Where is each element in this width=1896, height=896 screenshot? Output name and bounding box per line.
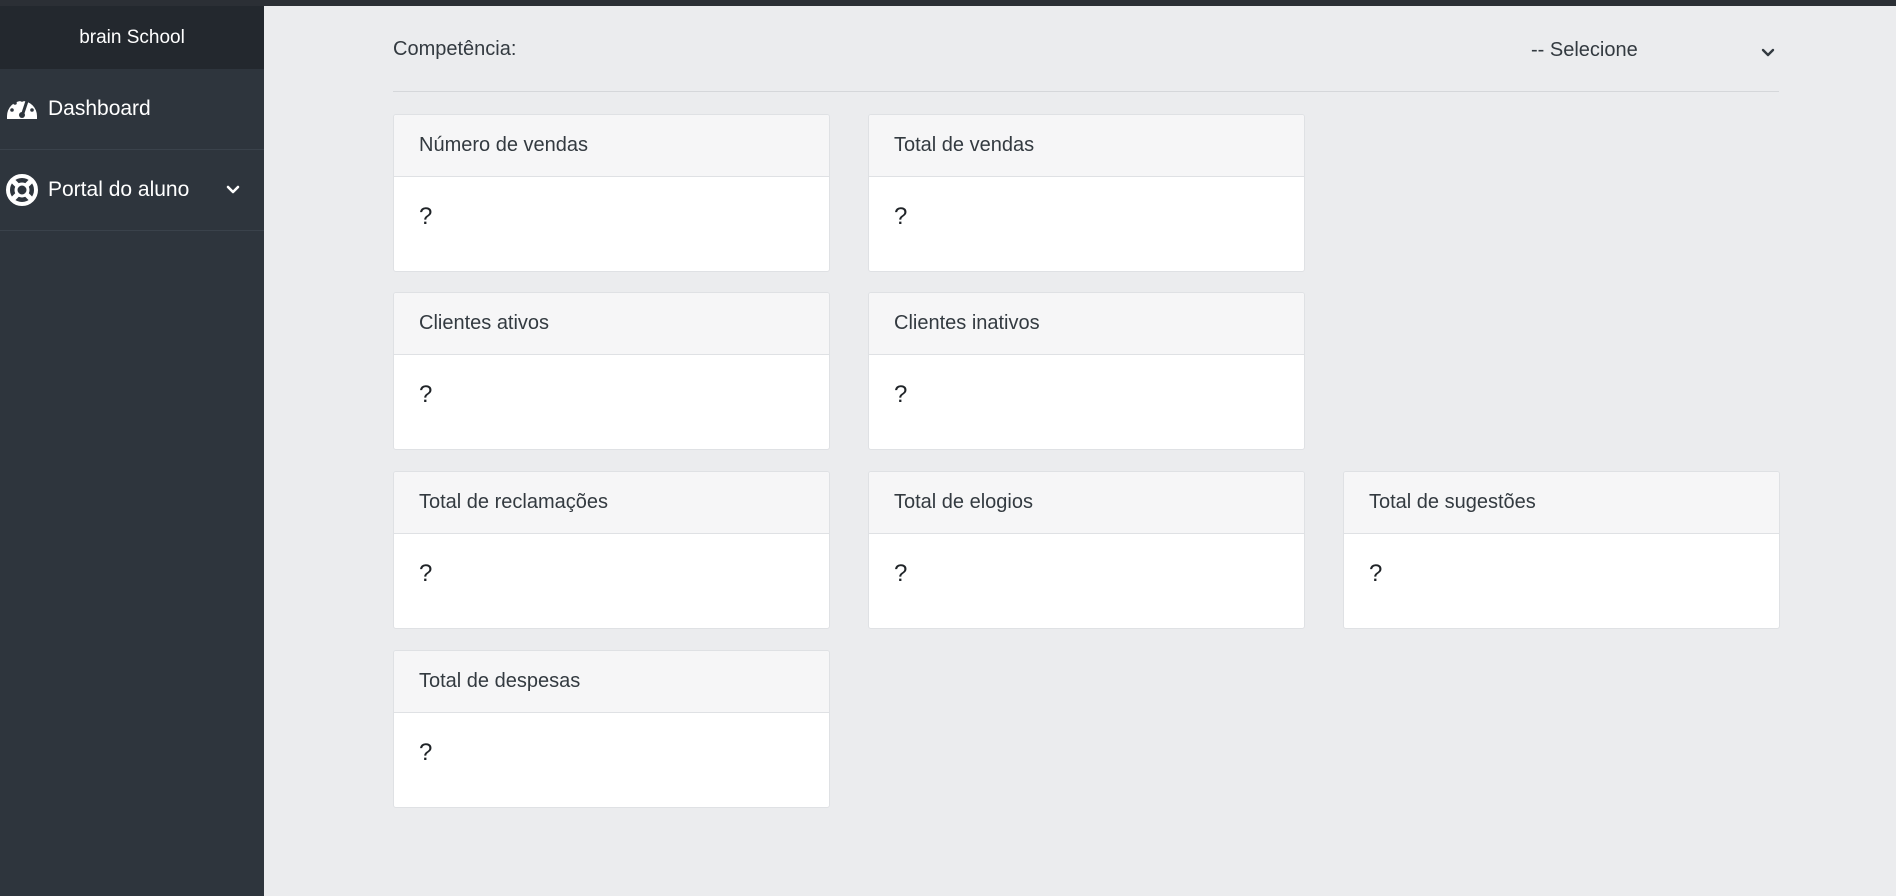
card-title: Total de despesas xyxy=(394,651,829,713)
card-total-de-sugestoes: Total de sugestões ? xyxy=(1343,471,1780,629)
dashboard-gauge-icon xyxy=(4,91,40,127)
main-content: Competência: -- Selecione Número de vend… xyxy=(264,6,1896,896)
card-value: ? xyxy=(1369,560,1383,587)
chevron-down-icon[interactable] xyxy=(224,181,242,199)
life-ring-icon xyxy=(4,172,40,208)
sidebar-item-portal-do-aluno[interactable]: Portal do aluno xyxy=(0,150,264,231)
card-total-de-reclamacoes: Total de reclamações ? xyxy=(393,471,830,629)
card-numero-de-vendas: Número de vendas ? xyxy=(393,114,830,272)
card-value: ? xyxy=(419,203,433,230)
competencia-selected-value: -- Selecione xyxy=(1531,38,1638,61)
card-value: ? xyxy=(894,203,908,230)
card-total-de-despesas: Total de despesas ? xyxy=(393,650,830,808)
card-value: ? xyxy=(419,560,433,587)
card-title: Clientes ativos xyxy=(394,293,829,355)
chevron-down-icon xyxy=(1761,41,1779,59)
card-title: Total de reclamações xyxy=(394,472,829,534)
card-value: ? xyxy=(419,381,433,408)
card-title: Clientes inativos xyxy=(869,293,1304,355)
competencia-select[interactable]: -- Selecione xyxy=(1531,32,1779,68)
competencia-label: Competência: xyxy=(393,38,517,60)
card-clientes-inativos: Clientes inativos ? xyxy=(868,292,1305,450)
sidebar-item-label: Dashboard xyxy=(48,97,151,120)
card-title: Total de sugestões xyxy=(1344,472,1779,534)
card-title: Número de vendas xyxy=(394,115,829,177)
card-clientes-ativos: Clientes ativos ? xyxy=(393,292,830,450)
card-total-de-elogios: Total de elogios ? xyxy=(868,471,1305,629)
filter-bar: Competência: -- Selecione xyxy=(393,6,1779,92)
sidebar: brain School Dashboard Portal do aluno xyxy=(0,6,264,896)
sidebar-item-dashboard[interactable]: Dashboard xyxy=(0,69,264,150)
card-value: ? xyxy=(419,739,433,766)
card-title: Total de elogios xyxy=(869,472,1304,534)
card-total-de-vendas: Total de vendas ? xyxy=(868,114,1305,272)
card-value: ? xyxy=(894,560,908,587)
card-value: ? xyxy=(894,381,908,408)
brand-logo[interactable]: brain School xyxy=(0,6,264,69)
card-title: Total de vendas xyxy=(869,115,1304,177)
sidebar-item-label: Portal do aluno xyxy=(48,178,190,201)
